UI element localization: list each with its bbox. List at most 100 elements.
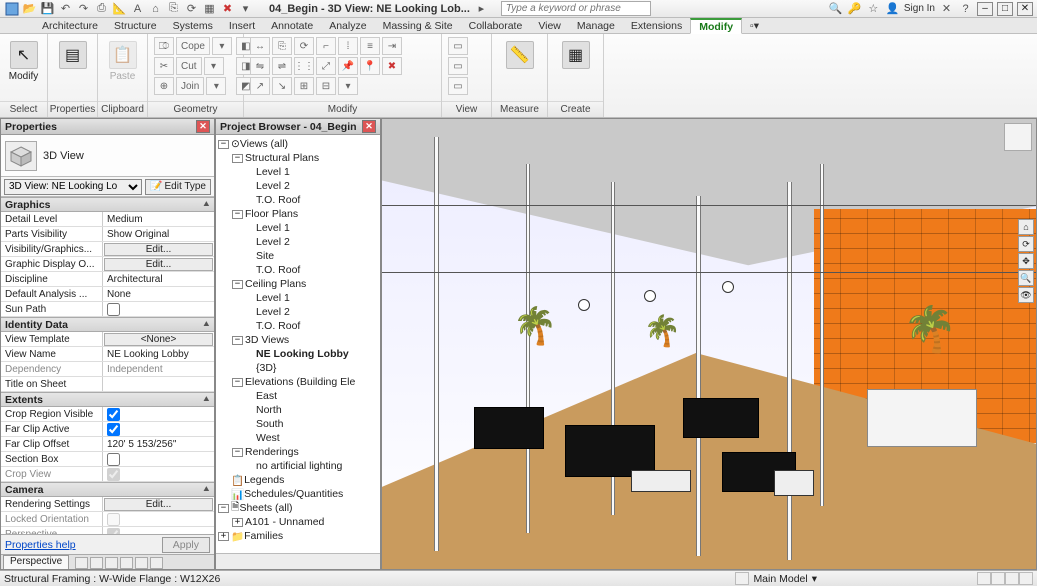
m5[interactable]: ▾ (338, 77, 358, 95)
sectionbox-checkbox[interactable] (107, 453, 120, 466)
btn-vg[interactable]: Edit... (104, 243, 213, 256)
group-extents[interactable]: Extents⯅ (1, 392, 214, 407)
vt-icon-b[interactable] (90, 557, 103, 569)
node-ne-lobby[interactable]: NE Looking Lobby (216, 347, 380, 361)
val-fco[interactable]: 120' 5 153/256" (103, 437, 214, 451)
browser-close-icon[interactable]: ✕ (362, 120, 376, 133)
move-button[interactable]: ↔ (250, 37, 270, 55)
signin-button[interactable]: Sign In (904, 3, 935, 14)
mirror-button[interactable]: ⇋ (250, 57, 270, 75)
binoculars-icon[interactable]: 🔍 (828, 1, 843, 16)
properties-help-link[interactable]: Properties help (5, 539, 76, 551)
switch-view-icon[interactable]: ▾ (238, 1, 253, 16)
node-floor-plans[interactable]: −Floor Plans (216, 207, 380, 221)
node-cp-level2[interactable]: Level 2 (216, 305, 380, 319)
tab-architecture[interactable]: Architecture (34, 18, 106, 33)
farclip-active-checkbox[interactable] (107, 423, 120, 436)
cut-button[interactable]: ✂ (154, 57, 174, 75)
print-icon[interactable]: ⎙ (94, 1, 109, 16)
node-cp-level1[interactable]: Level 1 (216, 291, 380, 305)
vt-icon-c[interactable] (105, 557, 118, 569)
status-icon-b[interactable] (991, 572, 1005, 585)
val-sb[interactable] (103, 452, 214, 466)
tab-analyze[interactable]: Analyze (321, 18, 374, 33)
cut-label[interactable]: Cut (176, 57, 202, 75)
node-sp-level2[interactable]: Level 2 (216, 179, 380, 193)
node-fp-level1[interactable]: Level 1 (216, 221, 380, 235)
exchange-icon[interactable]: ✕ (939, 1, 954, 16)
main-model-label[interactable]: Main Model (753, 573, 807, 585)
key-icon[interactable]: 🔑 (847, 1, 862, 16)
recent-dropdown-icon[interactable]: ▸ (474, 1, 489, 16)
join-drop[interactable]: ▾ (206, 77, 226, 95)
browser-titlebar[interactable]: Project Browser - 04_Begin ✕ (216, 119, 380, 135)
node-south[interactable]: South (216, 417, 380, 431)
align-button[interactable]: ≡ (360, 37, 380, 55)
browser-scrollbar[interactable] (216, 553, 380, 569)
cut-drop[interactable]: ▾ (204, 57, 224, 75)
val-crv[interactable] (103, 407, 214, 421)
tab-extensions[interactable]: Extensions (623, 18, 690, 33)
vt-icon-e[interactable] (135, 557, 148, 569)
worksets-icon[interactable] (735, 572, 749, 585)
view-c-button[interactable]: ▭ (448, 77, 468, 95)
offset-button[interactable]: ⇥ (382, 37, 402, 55)
node-west[interactable]: West (216, 431, 380, 445)
m2[interactable]: ↘ (272, 77, 292, 95)
vt-icon-f[interactable] (150, 557, 163, 569)
m4[interactable]: ⊟ (316, 77, 336, 95)
status-icon-c[interactable] (1005, 572, 1019, 585)
vt-icon-a[interactable] (75, 557, 88, 569)
nav-zoom-icon[interactable]: 🔍 (1018, 270, 1034, 286)
vt-icon-d[interactable] (120, 557, 133, 569)
node-renderings[interactable]: −Renderings (216, 445, 380, 459)
tab-perspective[interactable]: Perspective (3, 555, 69, 569)
properties-close-icon[interactable]: ✕ (196, 120, 210, 133)
save-icon[interactable]: 💾 (40, 1, 55, 16)
measure-button[interactable]: 📏 (498, 37, 541, 69)
node-sheets[interactable]: −🗎 Sheets (all) (216, 501, 380, 515)
collapse-icon[interactable]: ⯅ (203, 319, 210, 330)
val-viewname[interactable]: NE Looking Lobby (103, 347, 214, 361)
text-icon[interactable]: A (130, 1, 145, 16)
node-east[interactable]: East (216, 389, 380, 403)
tab-modify[interactable]: Modify (690, 18, 742, 34)
val-sunpath[interactable] (103, 302, 214, 316)
user-icon[interactable]: 👤 (885, 1, 900, 16)
group-graphics[interactable]: Graphics⯅ (1, 197, 214, 212)
node-fp-site[interactable]: Site (216, 249, 380, 263)
modify-tool-button[interactable]: ↖Modify (6, 37, 41, 82)
paste-button[interactable]: 📋Paste (104, 37, 141, 82)
properties-button[interactable]: ▤ (54, 37, 91, 82)
redo-icon[interactable]: ↷ (76, 1, 91, 16)
rotate-button[interactable]: ⟳ (294, 37, 314, 55)
trim-button[interactable]: ⌐ (316, 37, 336, 55)
3d-viewport[interactable]: 🌴 🌴 🌴 ⌂ ⟳ ✥ 🔍 👁 (381, 118, 1037, 570)
node-schedules[interactable]: 📊 Schedules/Quantities (216, 487, 380, 501)
view-b-button[interactable]: ▭ (448, 57, 468, 75)
unpin-button[interactable]: 📍 (360, 57, 380, 75)
status-icon-a[interactable] (977, 572, 991, 585)
tab-view[interactable]: View (530, 18, 569, 33)
node-3d-views[interactable]: −3D Views (216, 333, 380, 347)
home-icon[interactable]: ⌂ (148, 1, 163, 16)
btn-rendering-settings[interactable]: Edit... (104, 498, 213, 511)
star-icon[interactable]: ☆ (866, 1, 881, 16)
btn-viewtemplate[interactable]: <None> (104, 333, 213, 346)
array-button[interactable]: ⋮⋮ (294, 57, 314, 75)
close-view-icon[interactable]: ✖ (220, 1, 235, 16)
maximize-button[interactable]: □ (997, 2, 1013, 16)
view-cube[interactable] (1004, 123, 1032, 151)
tab-massing-site[interactable]: Massing & Site (375, 18, 461, 33)
open-icon[interactable]: 📂 (22, 1, 37, 16)
tab-systems[interactable]: Systems (165, 18, 221, 33)
cope-drop[interactable]: ▾ (212, 37, 232, 55)
mirror2-button[interactable]: ⇌ (272, 57, 292, 75)
join-button[interactable]: ⊕ (154, 77, 174, 95)
tab-insert[interactable]: Insert (221, 18, 263, 33)
minimize-button[interactable]: – (977, 2, 993, 16)
node-views-all[interactable]: −⊙ Views (all) (216, 137, 380, 151)
node-elevations[interactable]: −Elevations (Building Ele (216, 375, 380, 389)
view-a-button[interactable]: ▭ (448, 37, 468, 55)
help-search-input[interactable] (501, 1, 651, 16)
